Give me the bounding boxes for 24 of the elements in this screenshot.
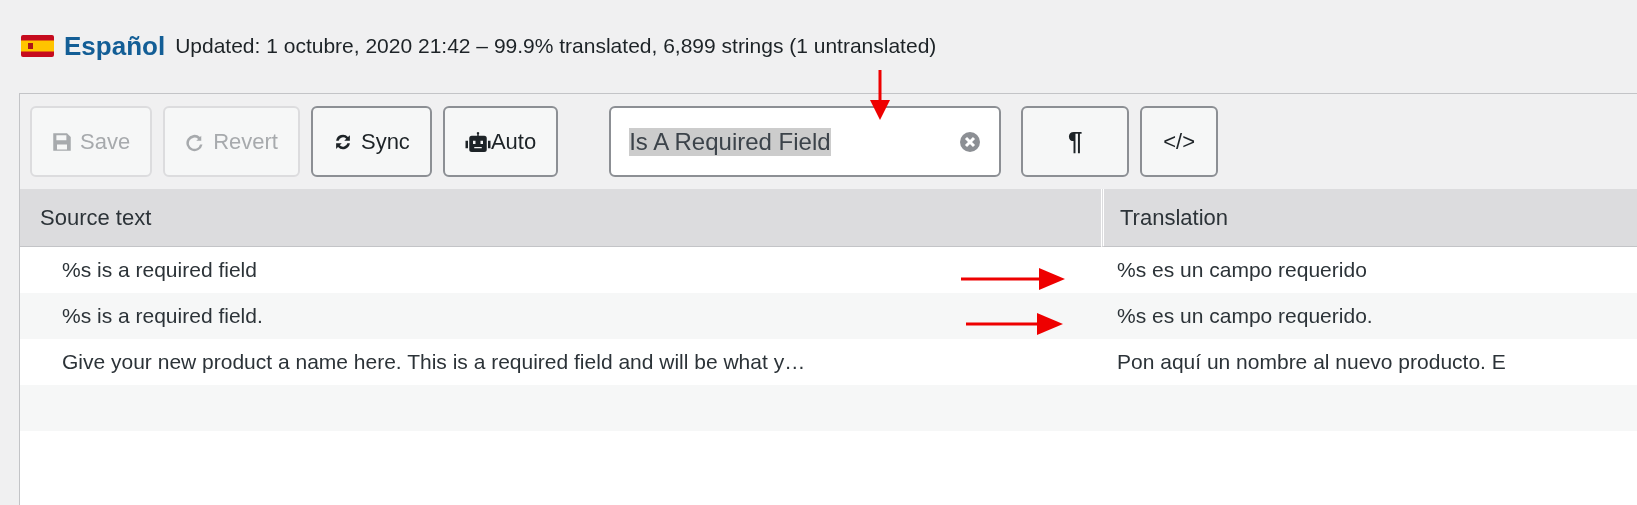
- robot-icon: [464, 131, 491, 152]
- spain-flag-icon: [21, 35, 54, 57]
- table-row[interactable]: %s is a required field. %s es un campo requerido.: [20, 293, 1637, 339]
- column-header: Translation: [1101, 189, 1637, 247]
- source-text: Give your new product a name here. This is a required field and will be what y…: [62, 350, 806, 374]
- arrow-icon: [961, 268, 1065, 290]
- clear-icon[interactable]: [959, 130, 982, 153]
- arrow-icon: [966, 313, 1063, 335]
- source-text: %s is a required field.: [62, 304, 263, 328]
- auto-button[interactable]: Auto: [442, 106, 559, 177]
- table-row[interactable]: Give your new product a name here. This is a required field and will be what y… Pon aquí un nombre al nuevo producto. E: [20, 339, 1637, 385]
- translation-text: %s es un campo requerido.: [1117, 304, 1373, 328]
- translation-text: Pon aquí un nombre al nuevo producto. E: [1117, 350, 1506, 374]
- paragraph-toggle-button[interactable]: ¶: [1021, 106, 1130, 177]
- language-name: Español: [64, 30, 166, 62]
- source-text: %s is a required field: [62, 258, 257, 282]
- translation-text: %s es un campo requerido: [1117, 258, 1367, 282]
- sync-button[interactable]: Sync: [310, 106, 432, 177]
- translation-summary: Updated: 1 octubre, 2020 21:42 – 99.9% translated, 6,899 strings (1 untranslated): [175, 34, 937, 58]
- search-field[interactable]: Is A Required Field: [609, 106, 1002, 177]
- table-row[interactable]: %s is a required field %s es un campo requerido: [20, 247, 1637, 293]
- code-toggle-button[interactable]: </>: [1140, 106, 1219, 177]
- column-header: Source text: [20, 189, 1101, 247]
- arrow-icon: [870, 70, 890, 120]
